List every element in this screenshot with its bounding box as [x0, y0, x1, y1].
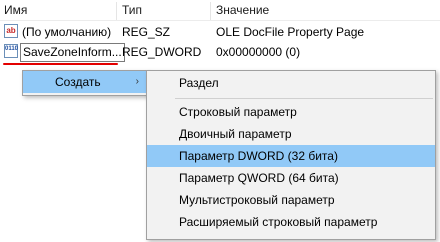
column-header-name[interactable]: Имя	[0, 0, 116, 20]
chevron-right-icon: ›	[135, 76, 139, 87]
binary-value-icon: 0110	[4, 44, 18, 58]
value-data: 0x00000000 (0)	[216, 45, 301, 59]
context-menu: Создать ›	[22, 70, 148, 96]
table-row[interactable]: 0110 SaveZoneInform... REG_DWORD 0x00000…	[0, 42, 440, 62]
column-divider[interactable]	[210, 2, 211, 20]
menu-item-string-value[interactable]: Строковый параметр	[147, 101, 435, 123]
menu-item-key[interactable]: Раздел	[147, 72, 435, 94]
menu-item-dword-value[interactable]: Параметр DWORD (32 бита)	[147, 145, 435, 167]
menu-item-create[interactable]: Создать ›	[23, 71, 147, 93]
menu-item-multi-string-value[interactable]: Мультистроковый параметр	[147, 189, 435, 211]
annotation-underline	[3, 63, 118, 65]
menu-item-expandable-string-value[interactable]: Расширяемый строковый параметр	[147, 211, 435, 233]
string-value-icon: ab	[4, 24, 18, 38]
column-divider[interactable]	[116, 2, 117, 20]
menu-item-binary-value[interactable]: Двоичный параметр	[147, 123, 435, 145]
column-header-value[interactable]: Значение	[212, 0, 416, 20]
menu-separator	[175, 98, 433, 99]
column-header: Имя Тип Значение	[0, 0, 440, 22]
column-header-type[interactable]: Тип	[118, 0, 212, 20]
menu-item-qword-value[interactable]: Параметр QWORD (64 бита)	[147, 167, 435, 189]
table-row[interactable]: ab (По умолчанию) REG_SZ OLE DocFile Pro…	[0, 22, 440, 42]
header-divider	[0, 20, 440, 21]
value-name[interactable]: SaveZoneInform...	[20, 43, 125, 62]
value-type: REG_DWORD	[122, 45, 202, 59]
create-submenu: Раздел Строковый параметр Двоичный парам…	[146, 70, 436, 240]
value-data: OLE DocFile Property Page	[216, 25, 365, 39]
value-type: REG_SZ	[122, 25, 171, 39]
value-name: (По умолчанию)	[22, 25, 112, 39]
